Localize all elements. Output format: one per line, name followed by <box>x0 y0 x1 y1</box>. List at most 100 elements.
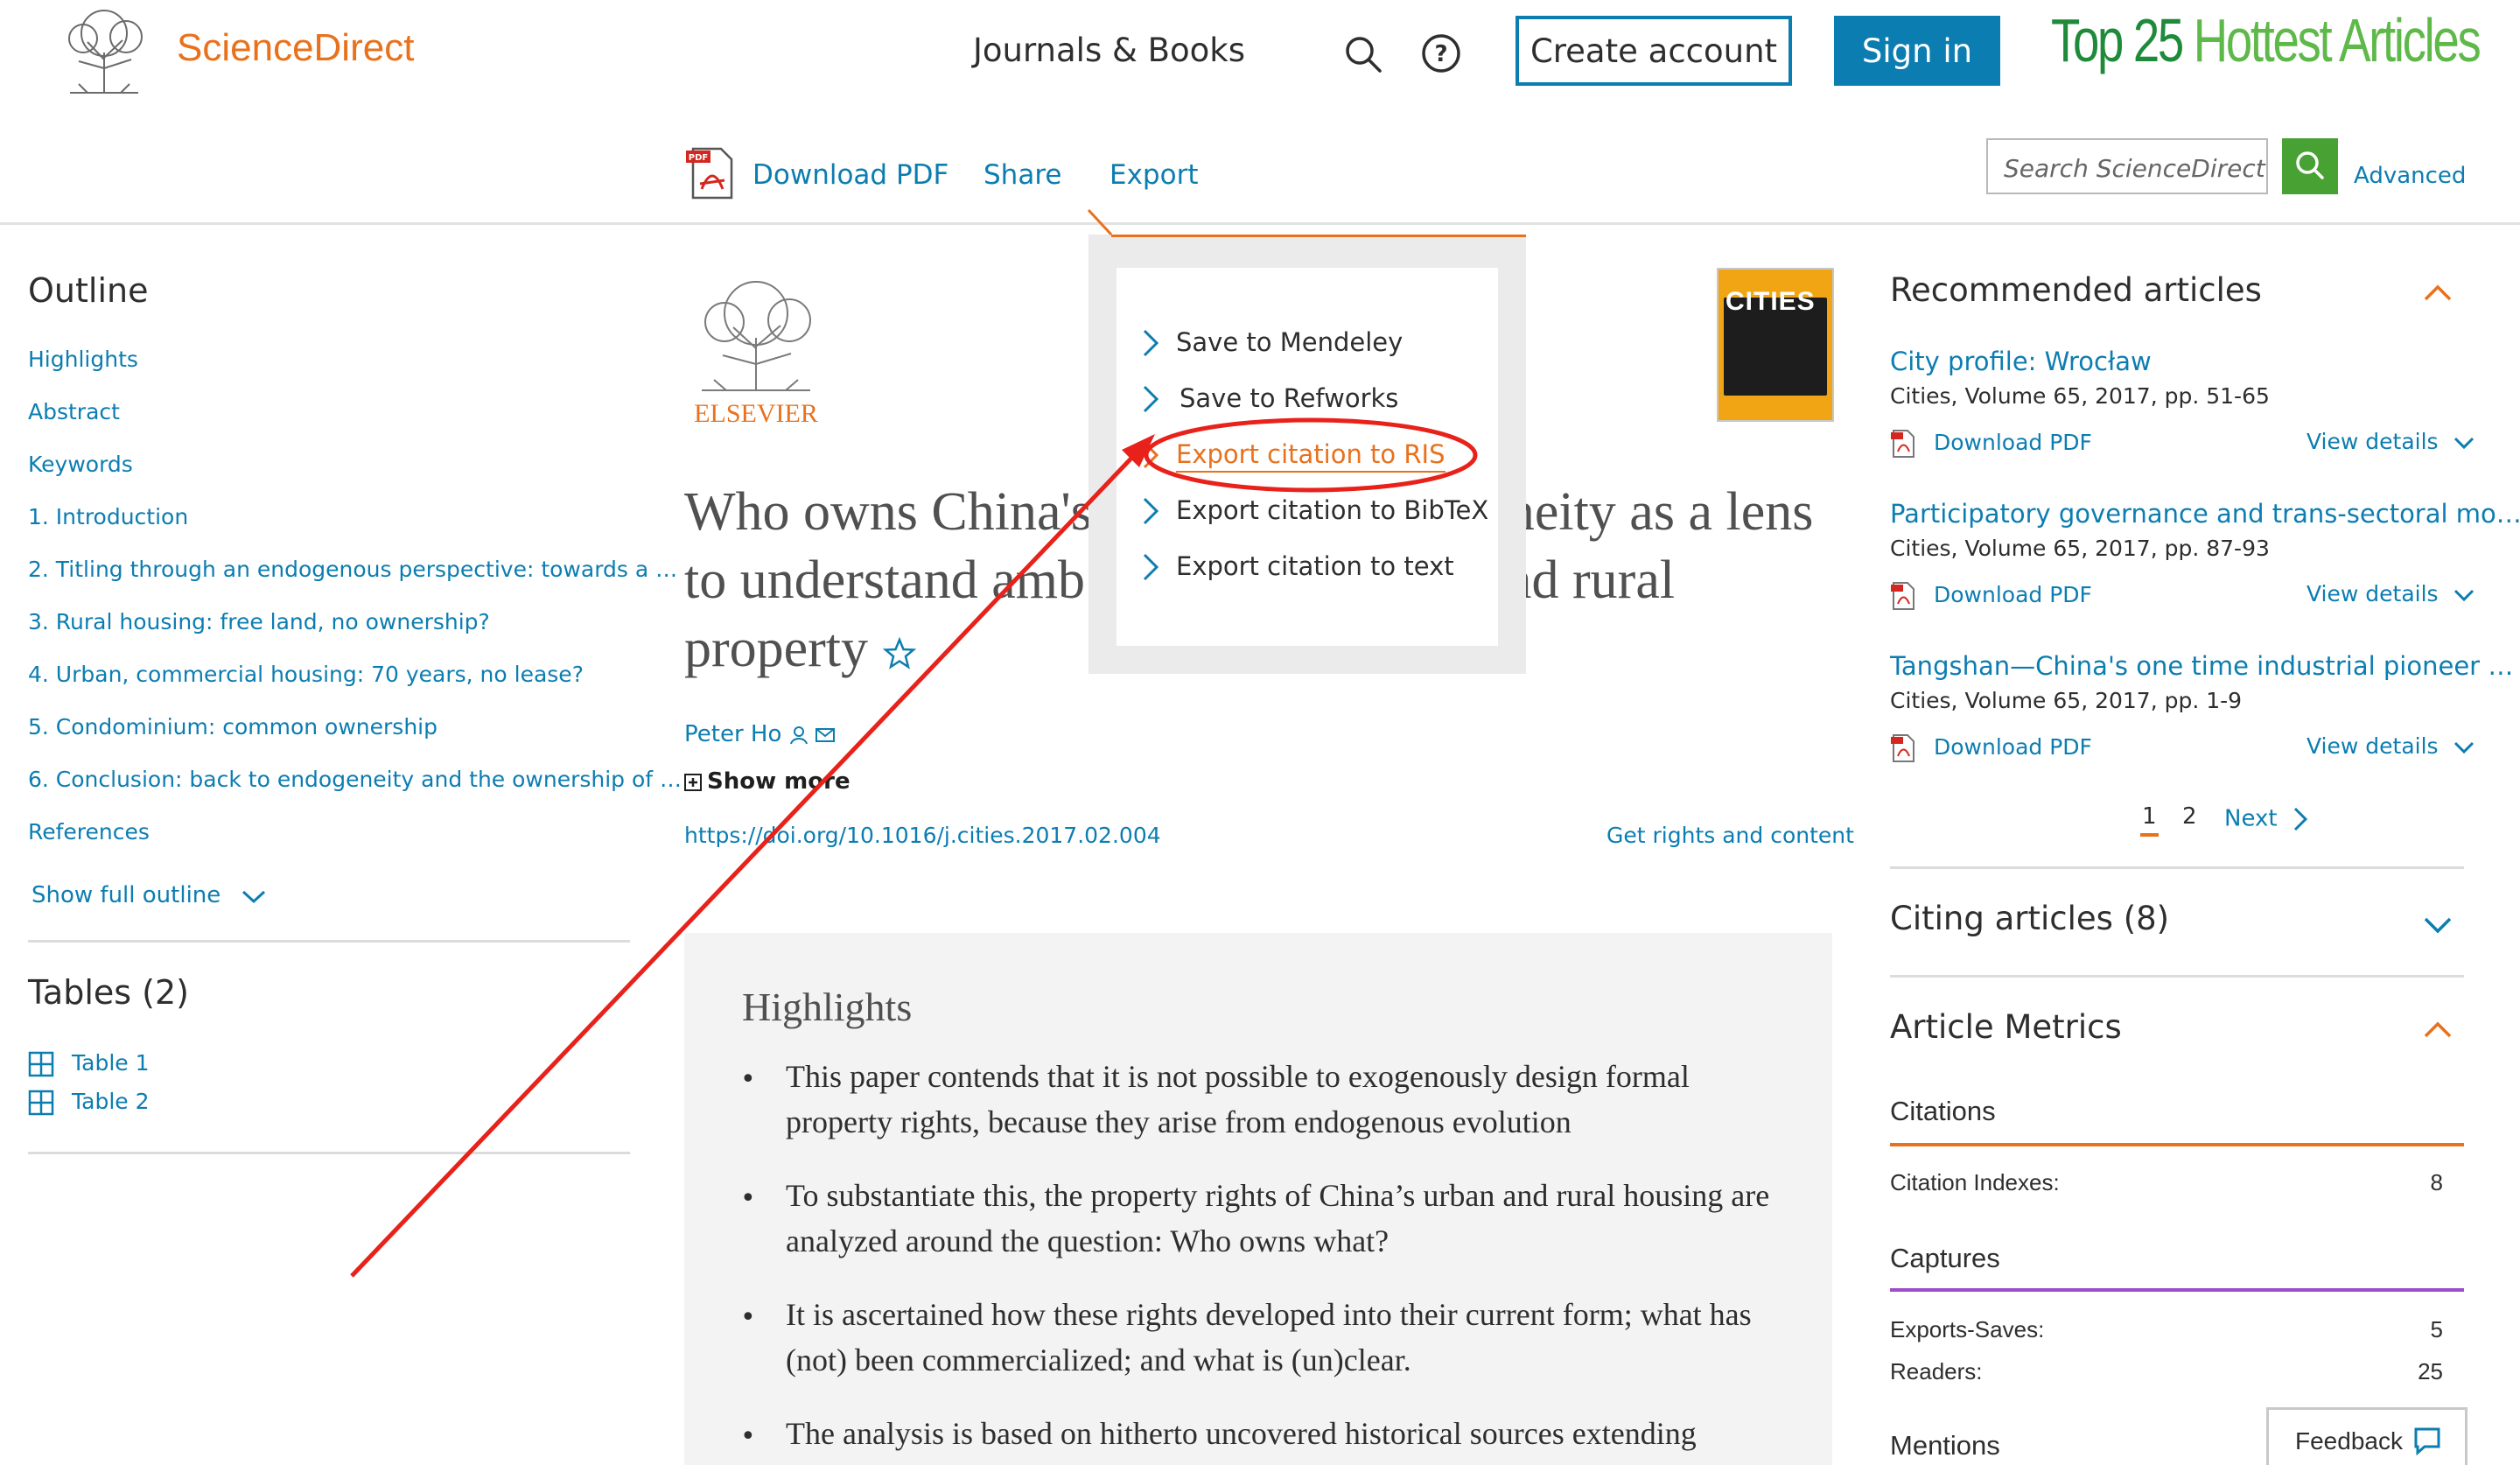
share-link[interactable]: Share <box>984 159 1061 191</box>
save-to-refworks-item[interactable]: Save to Refworks <box>1180 383 1398 413</box>
chevron-down-icon <box>2454 741 2474 754</box>
show-full-outline-label: Show full outline <box>32 882 221 908</box>
highlight-item: To substantiate this, the property right… <box>786 1178 1770 1258</box>
citing-articles-heading[interactable]: Citing articles (8) <box>1890 900 2169 937</box>
highlight-item: It is ascertained how these rights devel… <box>786 1297 1752 1377</box>
export-link[interactable]: Export <box>1110 159 1198 191</box>
recommended-download-pdf[interactable]: Download PDF <box>1890 429 2092 459</box>
top25-hottest-banner[interactable]: Top 25 Hottest Articles <box>2051 5 2482 75</box>
outline-item[interactable]: 4. Urban, commercial housing: 70 years, … <box>28 662 584 687</box>
tables-heading: Tables (2) <box>28 973 189 1012</box>
plus-box-icon <box>684 773 702 791</box>
exports-saves-label: Exports-Saves: <box>1890 1316 2045 1342</box>
view-details-button[interactable]: View details <box>2306 429 2475 454</box>
table-link[interactable]: Table 2 <box>28 1089 150 1116</box>
outline-item[interactable]: 2. Titling through an endogenous perspec… <box>28 557 677 582</box>
highlight-item: This paper contends that it is not possi… <box>786 1059 1690 1139</box>
export-bibtex-item[interactable]: Export citation to BibTeX <box>1176 495 1488 525</box>
pdf-icon[interactable]: PDF <box>684 145 737 201</box>
title-line3: property <box>684 619 869 678</box>
chevron-up-icon[interactable] <box>2422 1019 2454 1040</box>
create-account-button[interactable]: Create account <box>1516 16 1792 86</box>
outline-item[interactable]: 5. Condominium: common ownership <box>28 714 438 740</box>
save-to-mendeley-item[interactable]: Save to Mendeley <box>1176 327 1403 357</box>
chevron-right-icon <box>1143 497 1159 525</box>
pagination-page-1[interactable]: 1 <box>2140 803 2159 837</box>
recommended-article-link[interactable]: Tangshan—China's one time industrial pio… <box>1890 651 2513 681</box>
recommended-heading: Recommended articles <box>1890 271 2262 309</box>
help-icon[interactable]: ? <box>1421 33 1461 74</box>
star-icon[interactable] <box>882 636 917 671</box>
outline-item[interactable]: 1. Introduction <box>28 504 188 529</box>
outline-item[interactable]: 6. Conclusion: back to endogeneity and t… <box>28 767 682 792</box>
search-icon[interactable] <box>1344 35 1382 74</box>
sign-in-button[interactable]: Sign in <box>1834 16 2000 86</box>
view-details-button[interactable]: View details <box>2306 581 2475 606</box>
outline-item[interactable]: Abstract <box>28 399 120 424</box>
pdf-icon <box>1891 582 1914 610</box>
download-pdf-link[interactable]: Download PDF <box>752 159 948 191</box>
bullet: • <box>740 1302 756 1333</box>
sidebar-divider <box>1890 866 2464 869</box>
chevron-down-icon <box>242 890 265 903</box>
banner-top25: Top 25 <box>2051 6 2184 74</box>
outline-item[interactable]: 3. Rural housing: free land, no ownershi… <box>28 609 490 634</box>
rights-link[interactable]: Get rights and content <box>1606 823 1854 848</box>
outline-heading: Outline <box>28 271 149 310</box>
export-ris-item[interactable]: Export citation to RIS <box>1176 439 1446 473</box>
recommended-article-meta: Cities, Volume 65, 2017, pp. 87-93 <box>1890 536 2270 561</box>
highlight-item: The analysis is based on hitherto uncove… <box>786 1416 1697 1451</box>
outline-item[interactable]: References <box>28 819 150 845</box>
chevron-up-icon[interactable] <box>2422 282 2454 303</box>
chevron-right-icon <box>1143 553 1159 581</box>
show-more-button[interactable]: Show more <box>684 768 850 795</box>
brand-sciencedirect[interactable]: ScienceDirect <box>177 26 414 70</box>
tables-divider <box>28 1152 630 1154</box>
author-link[interactable]: Peter Ho <box>684 721 835 747</box>
chevron-right-icon <box>1143 329 1159 357</box>
table-label: Table 1 <box>72 1050 150 1076</box>
view-details-button[interactable]: View details <box>2306 733 2475 759</box>
pagination-next[interactable]: Next <box>2224 805 2309 833</box>
elsevier-wordmark: ELSEVIER <box>694 399 818 428</box>
feedback-button[interactable]: Feedback <box>2266 1407 2468 1465</box>
title-line2: to understand amb <box>684 550 1086 610</box>
recommended-download-pdf[interactable]: Download PDF <box>1890 581 2092 611</box>
table-link[interactable]: Table 1 <box>28 1050 150 1077</box>
article-metrics-heading: Article Metrics <box>1890 1008 2122 1046</box>
show-more-label: Show more <box>707 768 850 795</box>
search-submit-button[interactable] <box>2282 138 2338 194</box>
journal-cover-title: CITIES <box>1726 287 1816 316</box>
mail-icon <box>815 727 835 742</box>
view-details-label: View details <box>2306 733 2439 759</box>
export-text-item[interactable]: Export citation to text <box>1176 551 1454 581</box>
svg-text:?: ? <box>1434 41 1447 67</box>
readers-label: Readers: <box>1890 1358 1983 1384</box>
recommended-article-link[interactable]: City profile: Wrocław <box>1890 347 2152 376</box>
doi-link[interactable]: https://doi.org/10.1016/j.cities.2017.02… <box>684 823 1161 848</box>
chevron-right-icon <box>1143 385 1159 413</box>
recommended-article-link[interactable]: Participatory governance and trans-secto… <box>1890 499 2520 529</box>
captures-underline <box>1890 1288 2464 1292</box>
pagination-page-2[interactable]: 2 <box>2182 803 2197 830</box>
outline-item[interactable]: Keywords <box>28 452 133 477</box>
chevron-down-icon[interactable] <box>2422 915 2454 936</box>
table-icon <box>28 1051 54 1077</box>
show-full-outline-button[interactable]: Show full outline <box>32 882 267 908</box>
download-pdf-label: Download PDF <box>1934 582 2092 607</box>
title-line1-tail: neity as a lens <box>1507 482 1814 542</box>
journal-cover[interactable]: CITIES <box>1717 268 1834 422</box>
view-details-label: View details <box>2306 581 2439 606</box>
search-input[interactable]: Search ScienceDirect <box>1986 138 2268 194</box>
elsevier-publisher-logo[interactable]: ELSEVIER <box>684 268 828 429</box>
outline-item[interactable]: Highlights <box>28 347 138 372</box>
recommended-download-pdf[interactable]: Download PDF <box>1890 733 2092 763</box>
elsevier-tree-logo[interactable] <box>52 7 156 95</box>
advanced-search-link[interactable]: Advanced <box>2354 163 2466 189</box>
citations-underline <box>1890 1143 2464 1146</box>
nav-journals-books[interactable]: Journals & Books <box>973 32 1245 69</box>
citations-heading: Citations <box>1890 1096 1996 1126</box>
person-icon <box>789 725 808 744</box>
bullet: • <box>740 1183 756 1214</box>
citation-indexes-label: Citation Indexes: <box>1890 1169 2060 1195</box>
